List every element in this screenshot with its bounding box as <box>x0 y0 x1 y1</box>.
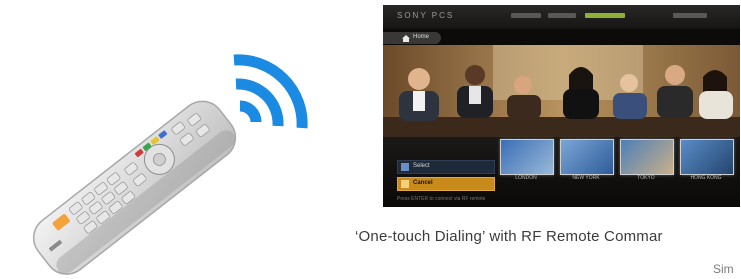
tv-menu-item[interactable] <box>511 13 541 18</box>
home-icon <box>402 35 410 42</box>
select-option[interactable]: Select <box>397 160 495 174</box>
cancel-icon <box>401 180 409 188</box>
site-thumbnail[interactable] <box>680 139 734 175</box>
cancel-label: Cancel <box>413 180 433 186</box>
select-label: Select <box>413 163 430 169</box>
site-label: LONDON <box>515 175 537 181</box>
select-icon <box>401 163 409 171</box>
site-thumbnail[interactable] <box>500 139 554 175</box>
cancel-option[interactable]: Cancel <box>397 177 495 191</box>
tv-menu-item[interactable] <box>548 13 576 18</box>
site-thumbnail[interactable] <box>560 139 614 175</box>
remote-illustration <box>0 0 330 279</box>
tv-logo: SONY PCS <box>397 11 455 20</box>
site-label: NEW YORK <box>572 175 600 181</box>
caption-subtext: Sim <box>713 262 734 276</box>
meeting-photo <box>383 45 740 137</box>
signal-waves-icon <box>233 54 308 129</box>
tv-menu-item[interactable] <box>673 13 707 18</box>
video-conference-screen: SONY PCS Home Select Cancel Press ENTER … <box>383 5 740 207</box>
site-label: TOKYO <box>637 175 655 181</box>
tv-menu-item-active[interactable] <box>585 13 625 18</box>
tv-hint: Press ENTER to connect via RF remote <box>397 196 486 202</box>
site-thumbnail[interactable] <box>620 139 674 175</box>
home-tab[interactable] <box>383 32 441 44</box>
site-label: HONG KONG <box>690 175 722 181</box>
home-label: Home <box>413 34 430 40</box>
caption-text: ‘One-touch Dialing’ with RF Remote Comma… <box>355 228 663 245</box>
